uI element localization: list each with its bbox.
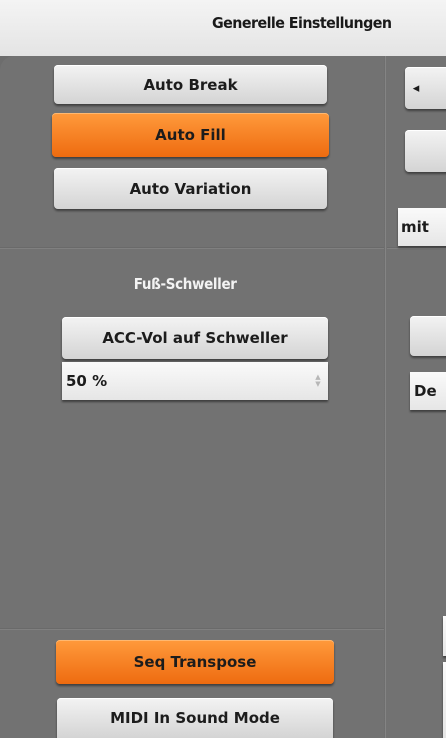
seq-transpose-label: Seq Transpose — [133, 653, 257, 671]
page-title: Generelle Einstellungen — [212, 14, 392, 32]
right-upper-select[interactable]: mit — [398, 208, 446, 246]
seq-transpose-button[interactable]: Seq Transpose — [56, 640, 334, 684]
fuss-schweller-heading: Fuß-Schweller — [133, 275, 237, 293]
right-upper-button[interactable] — [405, 130, 446, 172]
acc-vol-schweller-label: ACC-Vol auf Schweller — [102, 329, 288, 347]
acc-vol-value-select[interactable]: 50 % ▲ ▼ — [62, 362, 328, 400]
auto-break-label: Auto Break — [143, 75, 238, 94]
midi-in-sound-mode-label: MIDI In Sound Mode — [110, 709, 280, 727]
stepper-icon: ▲ ▼ — [315, 373, 321, 388]
acc-vol-schweller-button[interactable]: ACC-Vol auf Schweller — [62, 317, 328, 359]
header-bar: Generelle Einstellungen — [0, 0, 446, 56]
midi-in-sound-mode-button[interactable]: MIDI In Sound Mode — [57, 698, 333, 738]
row-divider — [0, 628, 384, 630]
left-arrow-icon: ◂ — [412, 80, 420, 96]
row-divider — [387, 247, 446, 249]
auto-break-button[interactable]: Auto Break — [54, 65, 327, 104]
right-upper-select-value: mit — [401, 218, 429, 236]
column-divider — [384, 56, 387, 738]
auto-fill-label: Auto Fill — [155, 126, 226, 144]
right-middle-button[interactable] — [410, 316, 446, 356]
right-middle-select[interactable]: De — [410, 372, 446, 410]
row-divider — [0, 247, 384, 249]
acc-vol-value: 50 % — [66, 372, 108, 390]
right-middle-select-value: De — [414, 382, 437, 400]
auto-fill-button[interactable]: Auto Fill — [52, 113, 329, 157]
auto-variation-label: Auto Variation — [129, 179, 252, 198]
previous-arrow-button[interactable]: ◂ — [405, 67, 446, 109]
auto-variation-button[interactable]: Auto Variation — [54, 168, 327, 209]
